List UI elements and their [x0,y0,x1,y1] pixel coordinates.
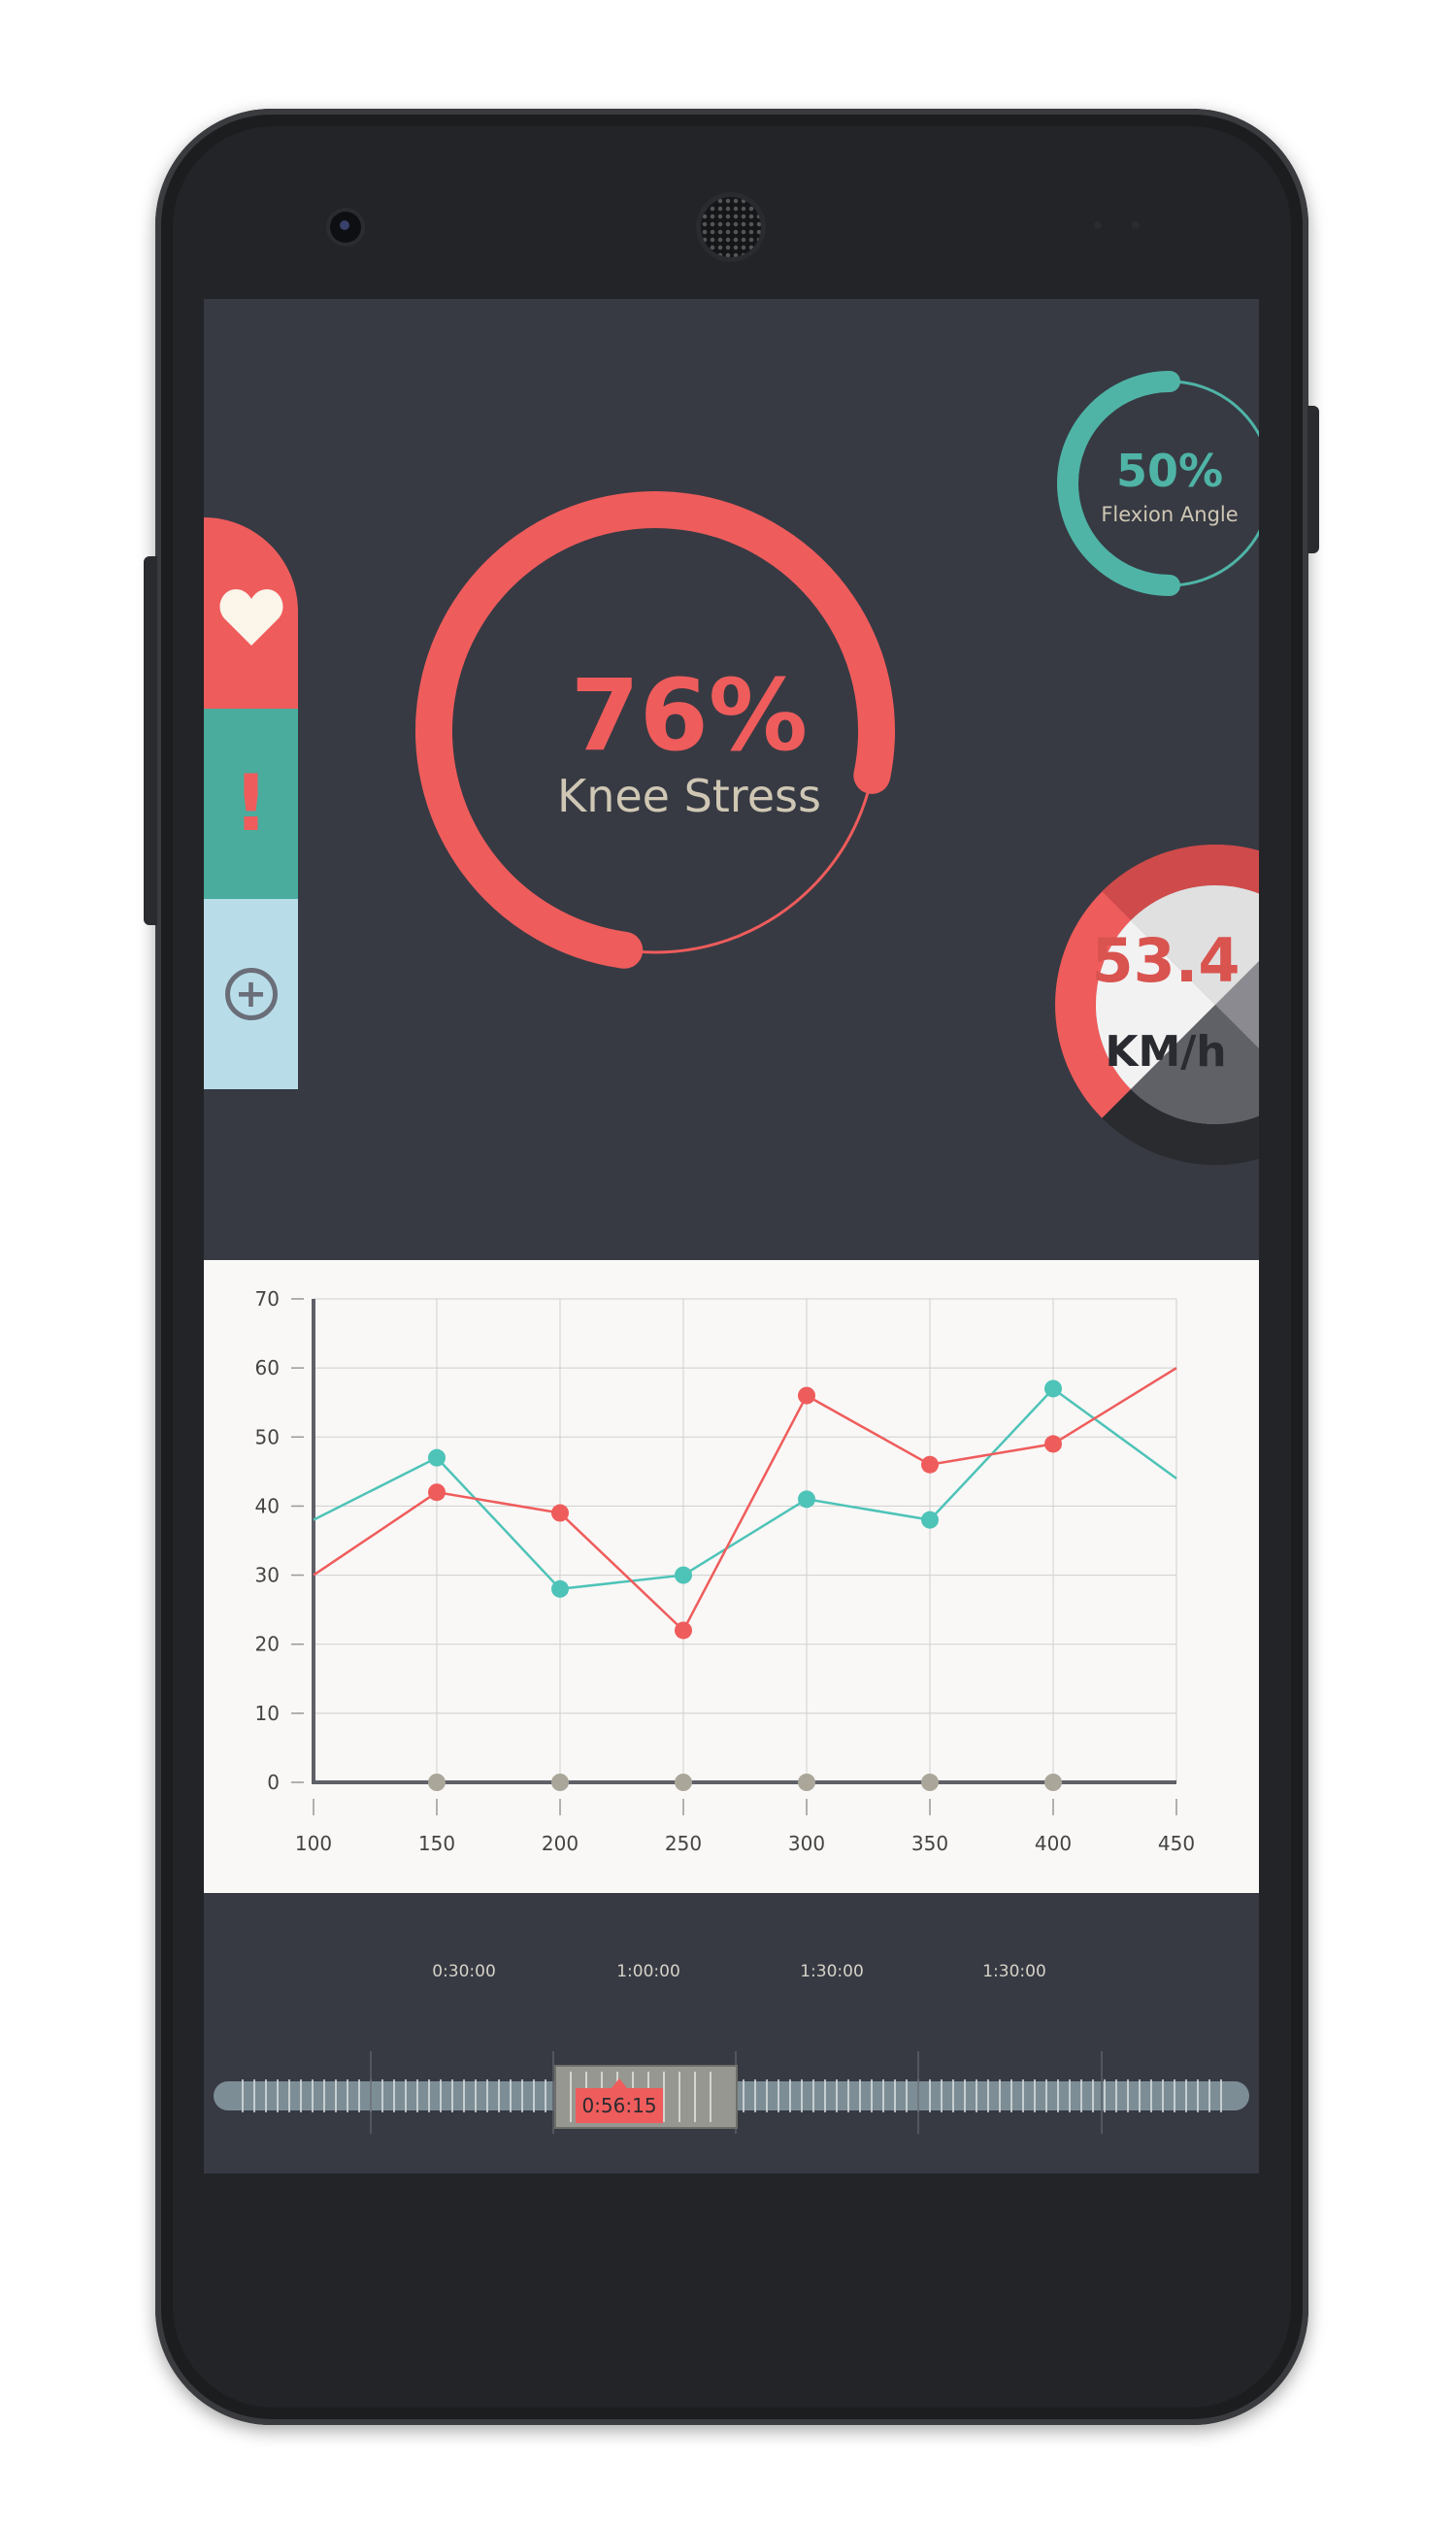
data-point [551,1579,569,1598]
x-axis-marker [428,1774,446,1791]
current-time-badge: 0:56:15 [576,2078,663,2123]
y-tick-label: 60 [255,1356,280,1379]
x-tick-label: 400 [1035,1832,1072,1855]
data-point [798,1490,815,1509]
timeline-label: 1:00:00 [616,1962,680,1981]
x-tick-label: 200 [542,1832,579,1855]
x-tick-label: 350 [911,1832,948,1855]
series-line [313,1367,1177,1633]
light-sensor [1132,221,1140,229]
data-point [675,1566,692,1584]
flexion-value: 50% [1115,445,1224,497]
front-camera [330,212,361,243]
data-point [428,1483,446,1502]
knee-stress-label: Knee Stress [557,770,821,822]
timeline-label: 1:30:00 [800,1962,864,1981]
speed-value: 53.4 [1091,925,1241,996]
speed-unit: KM/h [1105,1027,1227,1077]
line-chart: 0 10 20 30 40 50 60 70 100 150 200 250 300 350 400 450 [255,1287,1196,1855]
x-tick-label: 100 [295,1832,332,1855]
volume-button [144,556,157,925]
knee-stress-value: 76% [570,658,809,774]
data-point [1044,1435,1062,1453]
y-tick-label: 50 [255,1425,280,1448]
data-point [1044,1379,1062,1398]
y-tick-label: 0 [267,1771,280,1794]
data-point [798,1386,815,1405]
x-tick-label: 450 [1158,1832,1195,1855]
y-tick-label: 10 [255,1702,280,1725]
x-tick-label: 150 [418,1832,455,1855]
timeline-label: 0:30:00 [432,1962,496,1981]
x-tick-label: 250 [665,1832,702,1855]
timeline-label: 1:30:00 [982,1962,1046,1981]
x-axis-marker [921,1774,939,1791]
y-tick-label: 40 [255,1494,280,1517]
data-point [675,1621,692,1640]
timeline-scrubber[interactable] [204,1998,1259,2173]
y-tick-label: 20 [255,1633,280,1656]
x-axis-marker [798,1774,815,1791]
x-axis-marker [1044,1774,1062,1791]
data-point [921,1455,939,1474]
x-axis-marker [551,1774,569,1791]
app-screen: ! + 76% Knee Stress 50% Flexion Angle 53… [204,299,1259,2174]
line-chart-panel: 0 10 20 30 40 50 60 70 100 150 200 250 300 350 400 450 [204,1260,1259,1893]
flexion-label: Flexion Angle [1101,503,1239,526]
earpiece-speaker [701,197,761,257]
data-point [551,1504,569,1522]
speedometer [1055,845,1259,1165]
data-point [921,1511,939,1529]
data-point [428,1448,446,1467]
x-tick-label: 300 [788,1832,825,1855]
y-tick-label: 70 [255,1287,280,1311]
proximity-sensor [1094,221,1102,229]
power-button [1307,406,1319,553]
y-tick-label: 30 [255,1564,280,1587]
x-axis-marker [675,1774,692,1791]
